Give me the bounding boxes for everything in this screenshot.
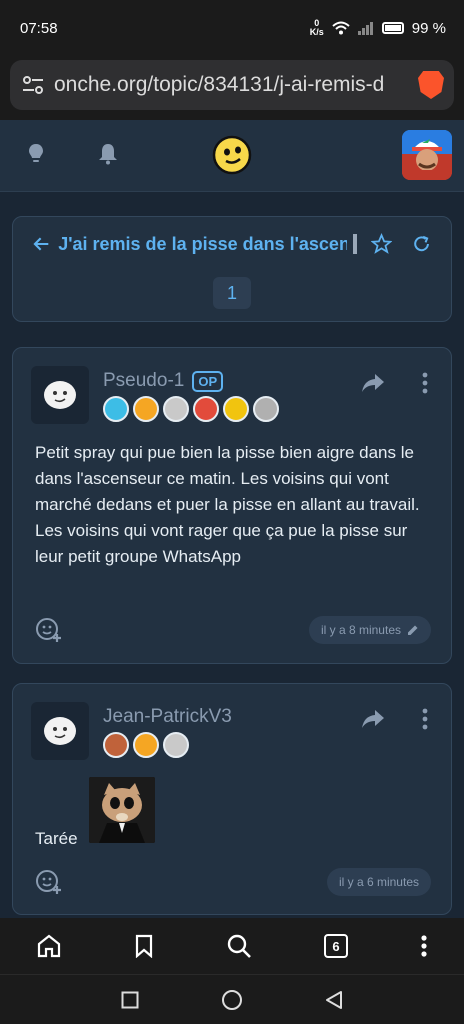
post-author[interactable]: Jean-PatrickV3 [103, 706, 232, 728]
badge-icon [133, 732, 159, 758]
edit-pencil-icon [408, 625, 418, 635]
browser-bottom-bar: 6 [0, 918, 464, 974]
url-text[interactable]: onche.org/topic/834131/j-ai-remis-d [54, 73, 408, 97]
default-avatar-icon [44, 381, 76, 409]
site-header [0, 120, 464, 192]
post-author[interactable]: Pseudo-1 [103, 370, 184, 392]
post-author-row: Pseudo-1 OP [103, 370, 224, 392]
status-time: 07:58 [20, 19, 58, 37]
recent-apps-icon[interactable] [121, 991, 139, 1009]
share-icon[interactable] [361, 708, 385, 730]
more-menu-icon[interactable] [420, 934, 428, 958]
refresh-icon[interactable] [412, 234, 431, 254]
topic-header: J'ai remis de la pisse dans l'ascenseur [33, 229, 431, 259]
add-reaction-icon[interactable] [35, 868, 63, 896]
bookmark-icon[interactable] [134, 934, 154, 958]
badge-icon [103, 396, 129, 422]
wifi-icon [332, 21, 350, 35]
pagination-current-page[interactable]: 1 [213, 277, 251, 309]
more-vertical-icon[interactable] [421, 372, 429, 394]
user-avatar[interactable] [402, 130, 452, 180]
post-card: Pseudo-1 OP Petit spray qui pue bien la … [12, 347, 452, 664]
logo-smiley-icon[interactable] [212, 135, 252, 175]
site-settings-icon[interactable] [22, 75, 44, 95]
home-circle-icon[interactable] [221, 989, 243, 1011]
status-bar: 07:58 0 K/s 99 % [0, 0, 464, 56]
post-time-text: il y a 6 minutes [338, 875, 419, 889]
battery-icon [381, 22, 404, 34]
topic-title[interactable]: J'ai remis de la pisse dans l'ascenseur [58, 234, 347, 255]
home-icon[interactable] [36, 934, 62, 958]
post-avatar[interactable] [31, 366, 89, 424]
post-timestamp[interactable]: il y a 6 minutes [326, 868, 431, 896]
site-logo[interactable] [212, 135, 252, 180]
default-avatar-icon [44, 717, 76, 745]
star-icon[interactable] [370, 233, 392, 255]
network-speed: 0 K/s [309, 18, 324, 37]
back-triangle-icon[interactable] [325, 990, 343, 1010]
address-bar[interactable]: onche.org/topic/834131/j-ai-remis-d [10, 60, 454, 110]
post-avatar[interactable] [31, 702, 89, 760]
share-icon[interactable] [361, 372, 385, 394]
post-timestamp[interactable]: il y a 8 minutes [308, 616, 431, 644]
badge-icon [223, 396, 249, 422]
add-reaction-icon[interactable] [35, 616, 63, 644]
post-body: Petit spray qui pue bien la pisse bien a… [35, 443, 420, 566]
topic-card: J'ai remis de la pisse dans l'ascenseur … [12, 216, 452, 322]
brave-shield-icon[interactable] [418, 71, 444, 99]
user-badges [103, 732, 189, 758]
badge-icon [133, 396, 159, 422]
badge-icon [163, 396, 189, 422]
badge-icon [253, 396, 279, 422]
back-arrow-icon[interactable] [33, 235, 50, 253]
post-author-row: Jean-PatrickV3 [103, 706, 232, 728]
lightbulb-icon[interactable] [24, 142, 48, 166]
bell-icon[interactable] [96, 142, 120, 166]
search-icon[interactable] [226, 933, 252, 959]
badge-icon [163, 732, 189, 758]
signal-icon [357, 22, 373, 35]
post-time-text: il y a 8 minutes [320, 623, 401, 637]
battery-level: 99 % [411, 19, 446, 37]
title-fade [353, 234, 357, 254]
tabs-button[interactable]: 6 [324, 934, 348, 958]
more-vertical-icon[interactable] [421, 708, 429, 730]
system-navigation-bar [0, 974, 464, 1024]
post-body: Tarée [35, 829, 78, 848]
status-icons: 0 K/s 99 % [310, 19, 446, 37]
browser-toolbar: onche.org/topic/834131/j-ai-remis-d [0, 56, 464, 120]
badge-icon [103, 732, 129, 758]
user-avatar-image [402, 130, 452, 180]
badge-icon [193, 396, 219, 422]
user-badges [103, 396, 279, 422]
op-badge: OP [192, 370, 224, 392]
post-card: Jean-PatrickV3 Tarée il y a 6 minutes [12, 683, 452, 915]
